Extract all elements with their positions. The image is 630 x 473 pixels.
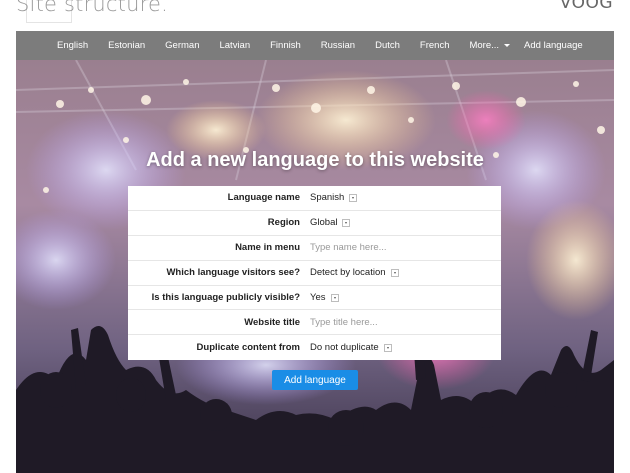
dropdown-arrow-icon[interactable] — [330, 293, 339, 302]
row-label: Region — [267, 217, 300, 229]
nav-more-menu[interactable]: More... — [469, 40, 511, 51]
dropdown-arrow-icon[interactable] — [349, 193, 358, 202]
voog-logo[interactable]: VOOG — [560, 0, 613, 13]
nav-item-latvian[interactable]: Latvian — [219, 40, 250, 51]
public-visibility-row: Is this language publicly visible? Yes — [128, 286, 501, 311]
name-in-menu-field — [310, 242, 501, 254]
language-name-row: Language name Spanish — [128, 186, 501, 211]
row-label: Is this language publicly visible? — [151, 292, 300, 303]
dropdown-arrow-icon[interactable] — [383, 343, 392, 352]
nav-item-german[interactable]: German — [165, 40, 199, 51]
language-name-value: Spanish — [310, 192, 345, 204]
page-title: Site structure. — [16, 0, 168, 16]
name-in-menu-row: Name in menu — [128, 236, 501, 261]
website-title-row: Website title — [128, 310, 501, 336]
duplicate-content-value: Do not duplicate — [310, 342, 379, 354]
add-language-form: Language name Spanish Region Global Name… — [128, 186, 501, 361]
nav-more-label: More... — [469, 40, 500, 51]
duplicate-content-row: Duplicate content from Do not duplicate — [128, 335, 501, 360]
region-select[interactable]: Global — [310, 217, 501, 228]
add-language-button[interactable]: Add language — [272, 370, 358, 390]
nav-item-french[interactable]: French — [420, 40, 450, 51]
dropdown-arrow-icon[interactable] — [390, 268, 399, 277]
form-heading: Add a new language to this website — [146, 149, 484, 171]
row-label: Which language visitors see? — [166, 267, 300, 279]
language-name-select[interactable]: Spanish — [310, 192, 501, 203]
language-menu: English Estonian German Latvian Finnish … — [16, 31, 614, 60]
nav-item-dutch[interactable]: Dutch — [375, 40, 400, 51]
website-title-field — [310, 316, 501, 328]
row-label: Duplicate content from — [196, 342, 300, 354]
row-label: Language name — [227, 192, 300, 204]
name-in-menu-input[interactable] — [310, 242, 480, 254]
nav-item-estonian[interactable]: Estonian — [108, 40, 145, 51]
nav-item-russian[interactable]: Russian — [321, 40, 355, 51]
region-row: Region Global — [128, 211, 501, 236]
row-label: Website title — [244, 316, 300, 328]
website-title-input[interactable] — [310, 316, 480, 328]
nav-item-finnish[interactable]: Finnish — [270, 40, 301, 51]
region-value: Global — [310, 217, 338, 229]
public-visibility-select[interactable]: Yes — [310, 292, 501, 303]
visitor-language-row: Which language visitors see? Detect by l… — [128, 261, 501, 286]
public-visibility-value: Yes — [310, 292, 326, 303]
visitor-language-select[interactable]: Detect by location — [310, 267, 501, 278]
dropdown-arrow-icon[interactable] — [342, 218, 351, 227]
site-preview: English Estonian German Latvian Finnish … — [16, 31, 614, 473]
nav-item-english[interactable]: English — [57, 40, 88, 51]
visitor-language-value: Detect by location — [310, 267, 386, 279]
nav-add-language-link[interactable]: Add language — [524, 40, 583, 51]
duplicate-content-select[interactable]: Do not duplicate — [310, 342, 501, 353]
caret-down-icon — [504, 44, 511, 47]
row-label: Name in menu — [235, 242, 300, 254]
